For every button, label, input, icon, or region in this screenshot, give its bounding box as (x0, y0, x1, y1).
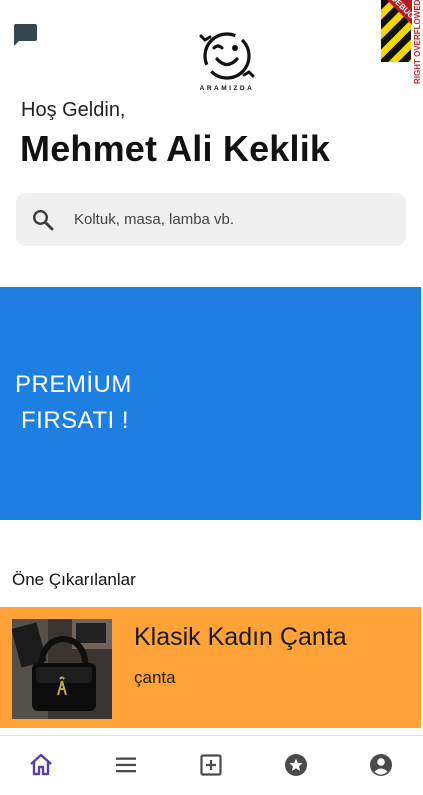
product-image (12, 619, 112, 719)
search-bar[interactable] (16, 193, 406, 246)
premium-promo-banner[interactable]: PREMİUM FIRSATI ! (0, 287, 421, 520)
app-logo: ARAMIZDA (199, 32, 255, 92)
featured-section-title: Öne Çıkarılanlar (12, 570, 136, 589)
search-input[interactable] (72, 210, 376, 229)
star-circle-icon[interactable] (283, 752, 309, 778)
bottom-navigation (0, 736, 423, 795)
debug-side-text: RIGHT OVERFLOWED BY (413, 0, 422, 84)
greeting-text: Hoş Geldin, (21, 99, 126, 121)
menu-icon[interactable] (113, 752, 139, 778)
logo-text: ARAMIZDA (200, 85, 255, 92)
account-circle-icon[interactable] (368, 752, 394, 778)
promo-line-2: FIRSATI ! (21, 407, 130, 434)
user-name: Mehmet Ali Keklik (20, 128, 331, 169)
product-category: çanta (134, 668, 176, 687)
promo-line-1: PREMİUM (15, 371, 132, 398)
product-title: Klasik Kadın Çanta (134, 623, 347, 651)
chat-icon[interactable] (12, 23, 38, 47)
product-card[interactable]: Klasik Kadın Çanta çanta (0, 607, 421, 728)
add-box-icon[interactable] (198, 752, 224, 778)
search-icon (32, 209, 54, 230)
debug-banner: DEBUG RIGHT OVERFLOWED BY (381, 0, 423, 85)
home-icon[interactable] (28, 752, 54, 778)
